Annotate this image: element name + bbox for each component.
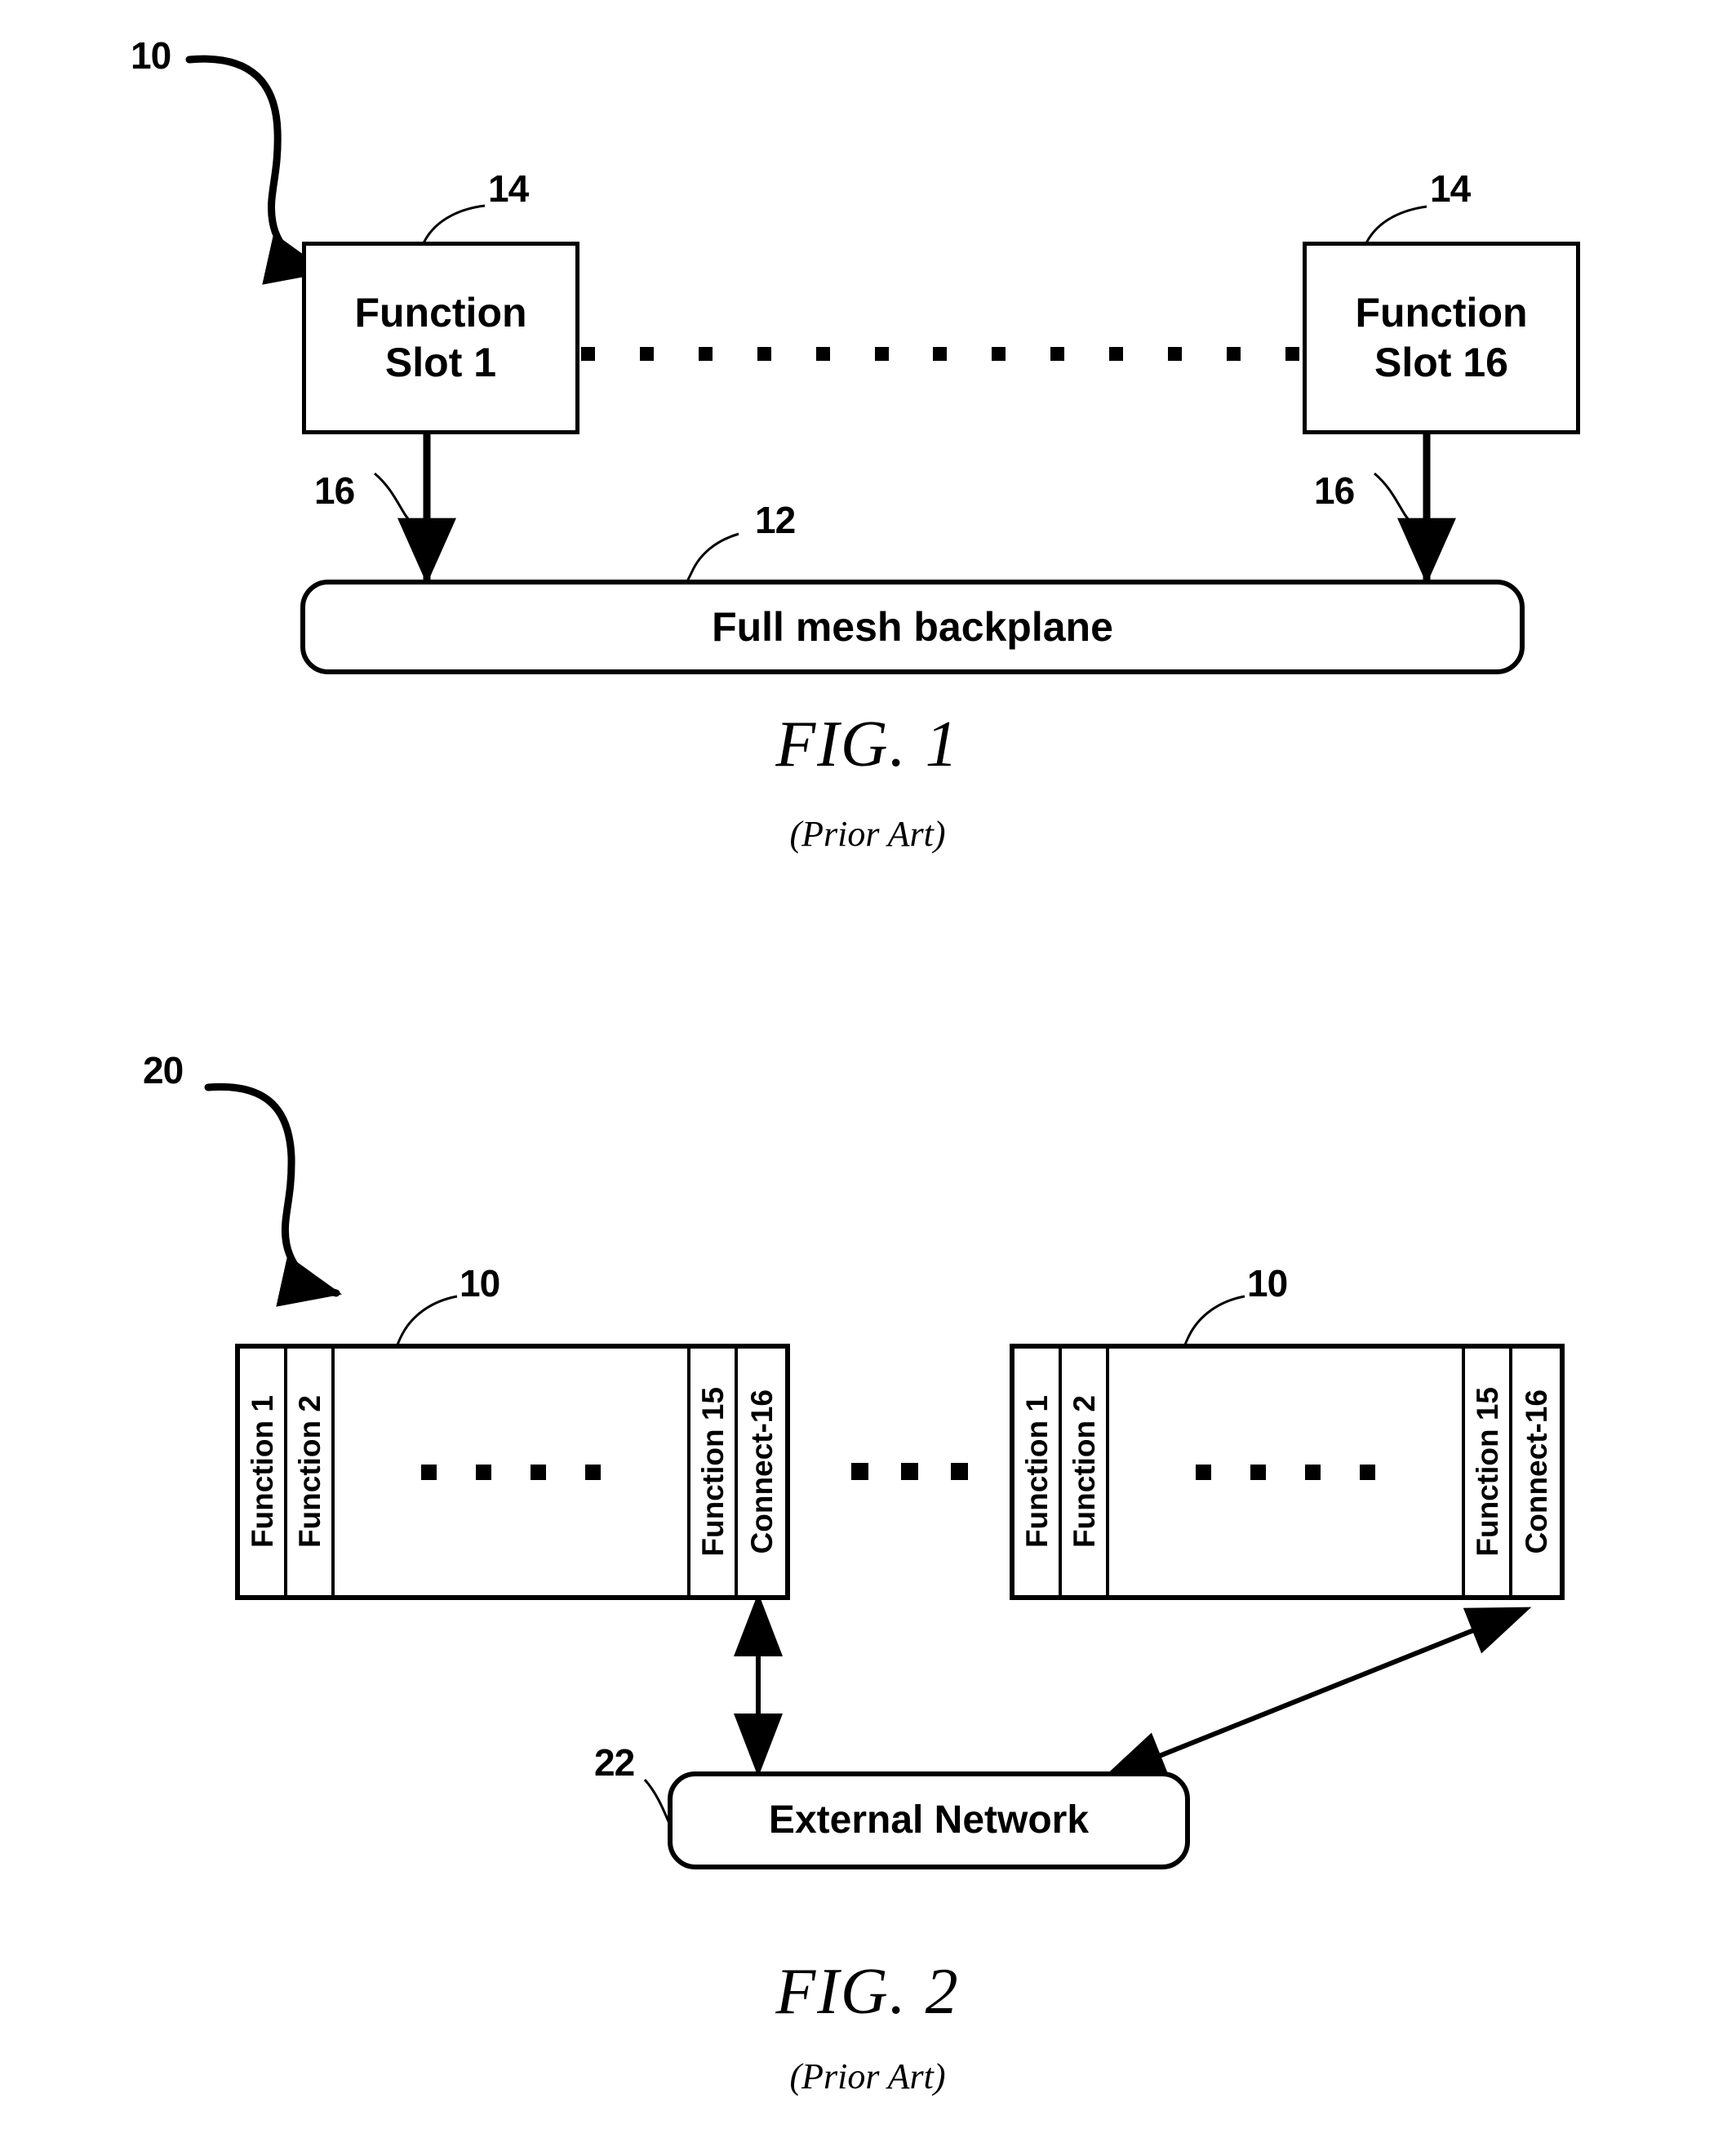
- chassis-slot-ellipsis-region: [335, 1349, 690, 1595]
- figure1-ref-14-left: 14: [488, 167, 529, 210]
- figure1-left-link-leader: [374, 472, 424, 532]
- function-slot-1-box: Function Slot 1: [302, 242, 579, 434]
- figure1-backplane-leader: [682, 532, 739, 588]
- chassis-slot: Function 1: [240, 1349, 287, 1595]
- ellipsis-square: [531, 1464, 546, 1480]
- figure2-ref-10-right: 10: [1247, 1262, 1288, 1305]
- figure1-ref-16-right: 16: [1314, 469, 1355, 512]
- figure1-ref-10: 10: [131, 34, 171, 77]
- full-mesh-backplane-label: Full mesh backplane: [712, 604, 1113, 650]
- figure1-system-leader-arrow: [185, 55, 329, 285]
- chassis-slot-label: Connect-16: [744, 1389, 779, 1554]
- ellipsis-square: [1360, 1464, 1375, 1480]
- ellipsis-square: [992, 346, 1006, 361]
- ellipsis-square: [639, 346, 654, 361]
- ellipsis-square: [476, 1464, 491, 1480]
- chassis-slot-label: Function 2: [292, 1395, 326, 1549]
- ellipsis-square: [421, 1464, 437, 1480]
- ellipsis-square: [1305, 1464, 1321, 1480]
- chassis-slot-label: Function 1: [1019, 1395, 1054, 1549]
- figure2-system-leader-arrow: [204, 1082, 343, 1307]
- figure1-caption-subtitle: (Prior Art): [789, 814, 946, 854]
- ellipsis-square: [1109, 346, 1124, 361]
- figure2-ref-10-left: 10: [460, 1262, 500, 1305]
- figure2-chassis-ellipsis: [851, 1463, 968, 1480]
- chassis-slot: Connect-16: [1512, 1349, 1560, 1595]
- external-network-label: External Network: [768, 1798, 1090, 1842]
- ellipsis-square: [874, 346, 889, 361]
- chassis-right: Function 1 Function 2 Function 15 Connect-1…: [1010, 1344, 1565, 1600]
- figure2-ref-22: 22: [594, 1741, 635, 1784]
- function-slot-16-box: Function Slot 16: [1303, 242, 1580, 434]
- figure1-caption: FIG. 1: [775, 709, 960, 780]
- ellipsis-square: [901, 1463, 918, 1480]
- chassis-left: Function 1 Function 2 Function 15 Connect-1…: [235, 1344, 790, 1600]
- figure1-slot-ellipsis: [581, 346, 1299, 361]
- figure1-ref-12: 12: [755, 499, 796, 541]
- figure1-right-link-leader: [1374, 472, 1424, 532]
- ellipsis-square: [1285, 346, 1299, 361]
- ellipsis-square: [815, 346, 830, 361]
- function-slot-1-line1: Function: [354, 290, 527, 336]
- chassis-inner-ellipsis: [421, 1464, 601, 1480]
- ellipsis-square: [1168, 346, 1183, 361]
- ellipsis-square: [851, 1463, 868, 1480]
- ellipsis-square: [1050, 346, 1065, 361]
- ellipsis-square: [1250, 1464, 1266, 1480]
- chassis-slot-label: Function 1: [245, 1395, 279, 1549]
- ellipsis-square: [1196, 1464, 1211, 1480]
- external-network-box: External Network: [668, 1771, 1190, 1869]
- ellipsis-square: [933, 346, 948, 361]
- chassis-slot: Function 15: [690, 1349, 738, 1595]
- function-slot-1-line2: Slot 1: [384, 340, 497, 385]
- chassis-inner-ellipsis: [1196, 1464, 1375, 1480]
- figure1-ref-16-left: 16: [314, 469, 355, 512]
- full-mesh-backplane-box: Full mesh backplane: [300, 580, 1525, 674]
- chassis-slot-label: Function 15: [1470, 1387, 1504, 1557]
- ellipsis-square: [1226, 346, 1241, 361]
- ellipsis-square: [757, 346, 771, 361]
- function-slot-16-line1: Function: [1355, 290, 1528, 336]
- figure1-ref-14-right: 14: [1430, 167, 1471, 210]
- chassis-slot-label: Function 15: [695, 1387, 730, 1557]
- function-slot-16-line2: Slot 16: [1374, 340, 1508, 385]
- chassis-slot-label: Function 2: [1067, 1395, 1101, 1549]
- chassis-slot: Function 2: [1062, 1349, 1109, 1595]
- chassis-slot: Function 1: [1015, 1349, 1062, 1595]
- figure2-caption: FIG. 2: [775, 1956, 960, 2028]
- chassis-slot-ellipsis-region: [1109, 1349, 1465, 1595]
- ellipsis-square: [951, 1463, 968, 1480]
- chassis-slot: Function 2: [287, 1349, 335, 1595]
- chassis-slot: Connect-16: [738, 1349, 785, 1595]
- figure2-caption-subtitle: (Prior Art): [789, 2056, 946, 2096]
- chassis-slot: Function 15: [1465, 1349, 1512, 1595]
- figure2-right-network-link-arrow: [1101, 1607, 1532, 1780]
- ellipsis-square: [585, 1464, 601, 1480]
- figure2-ref-20: 20: [143, 1049, 184, 1091]
- chassis-slot-label: Connect-16: [1519, 1389, 1553, 1554]
- ellipsis-square: [698, 346, 713, 361]
- ellipsis-square: [581, 346, 595, 361]
- patent-drawing-sheet: 10 14 14 Function Slot 1 Function Slot 1…: [0, 0, 1736, 2138]
